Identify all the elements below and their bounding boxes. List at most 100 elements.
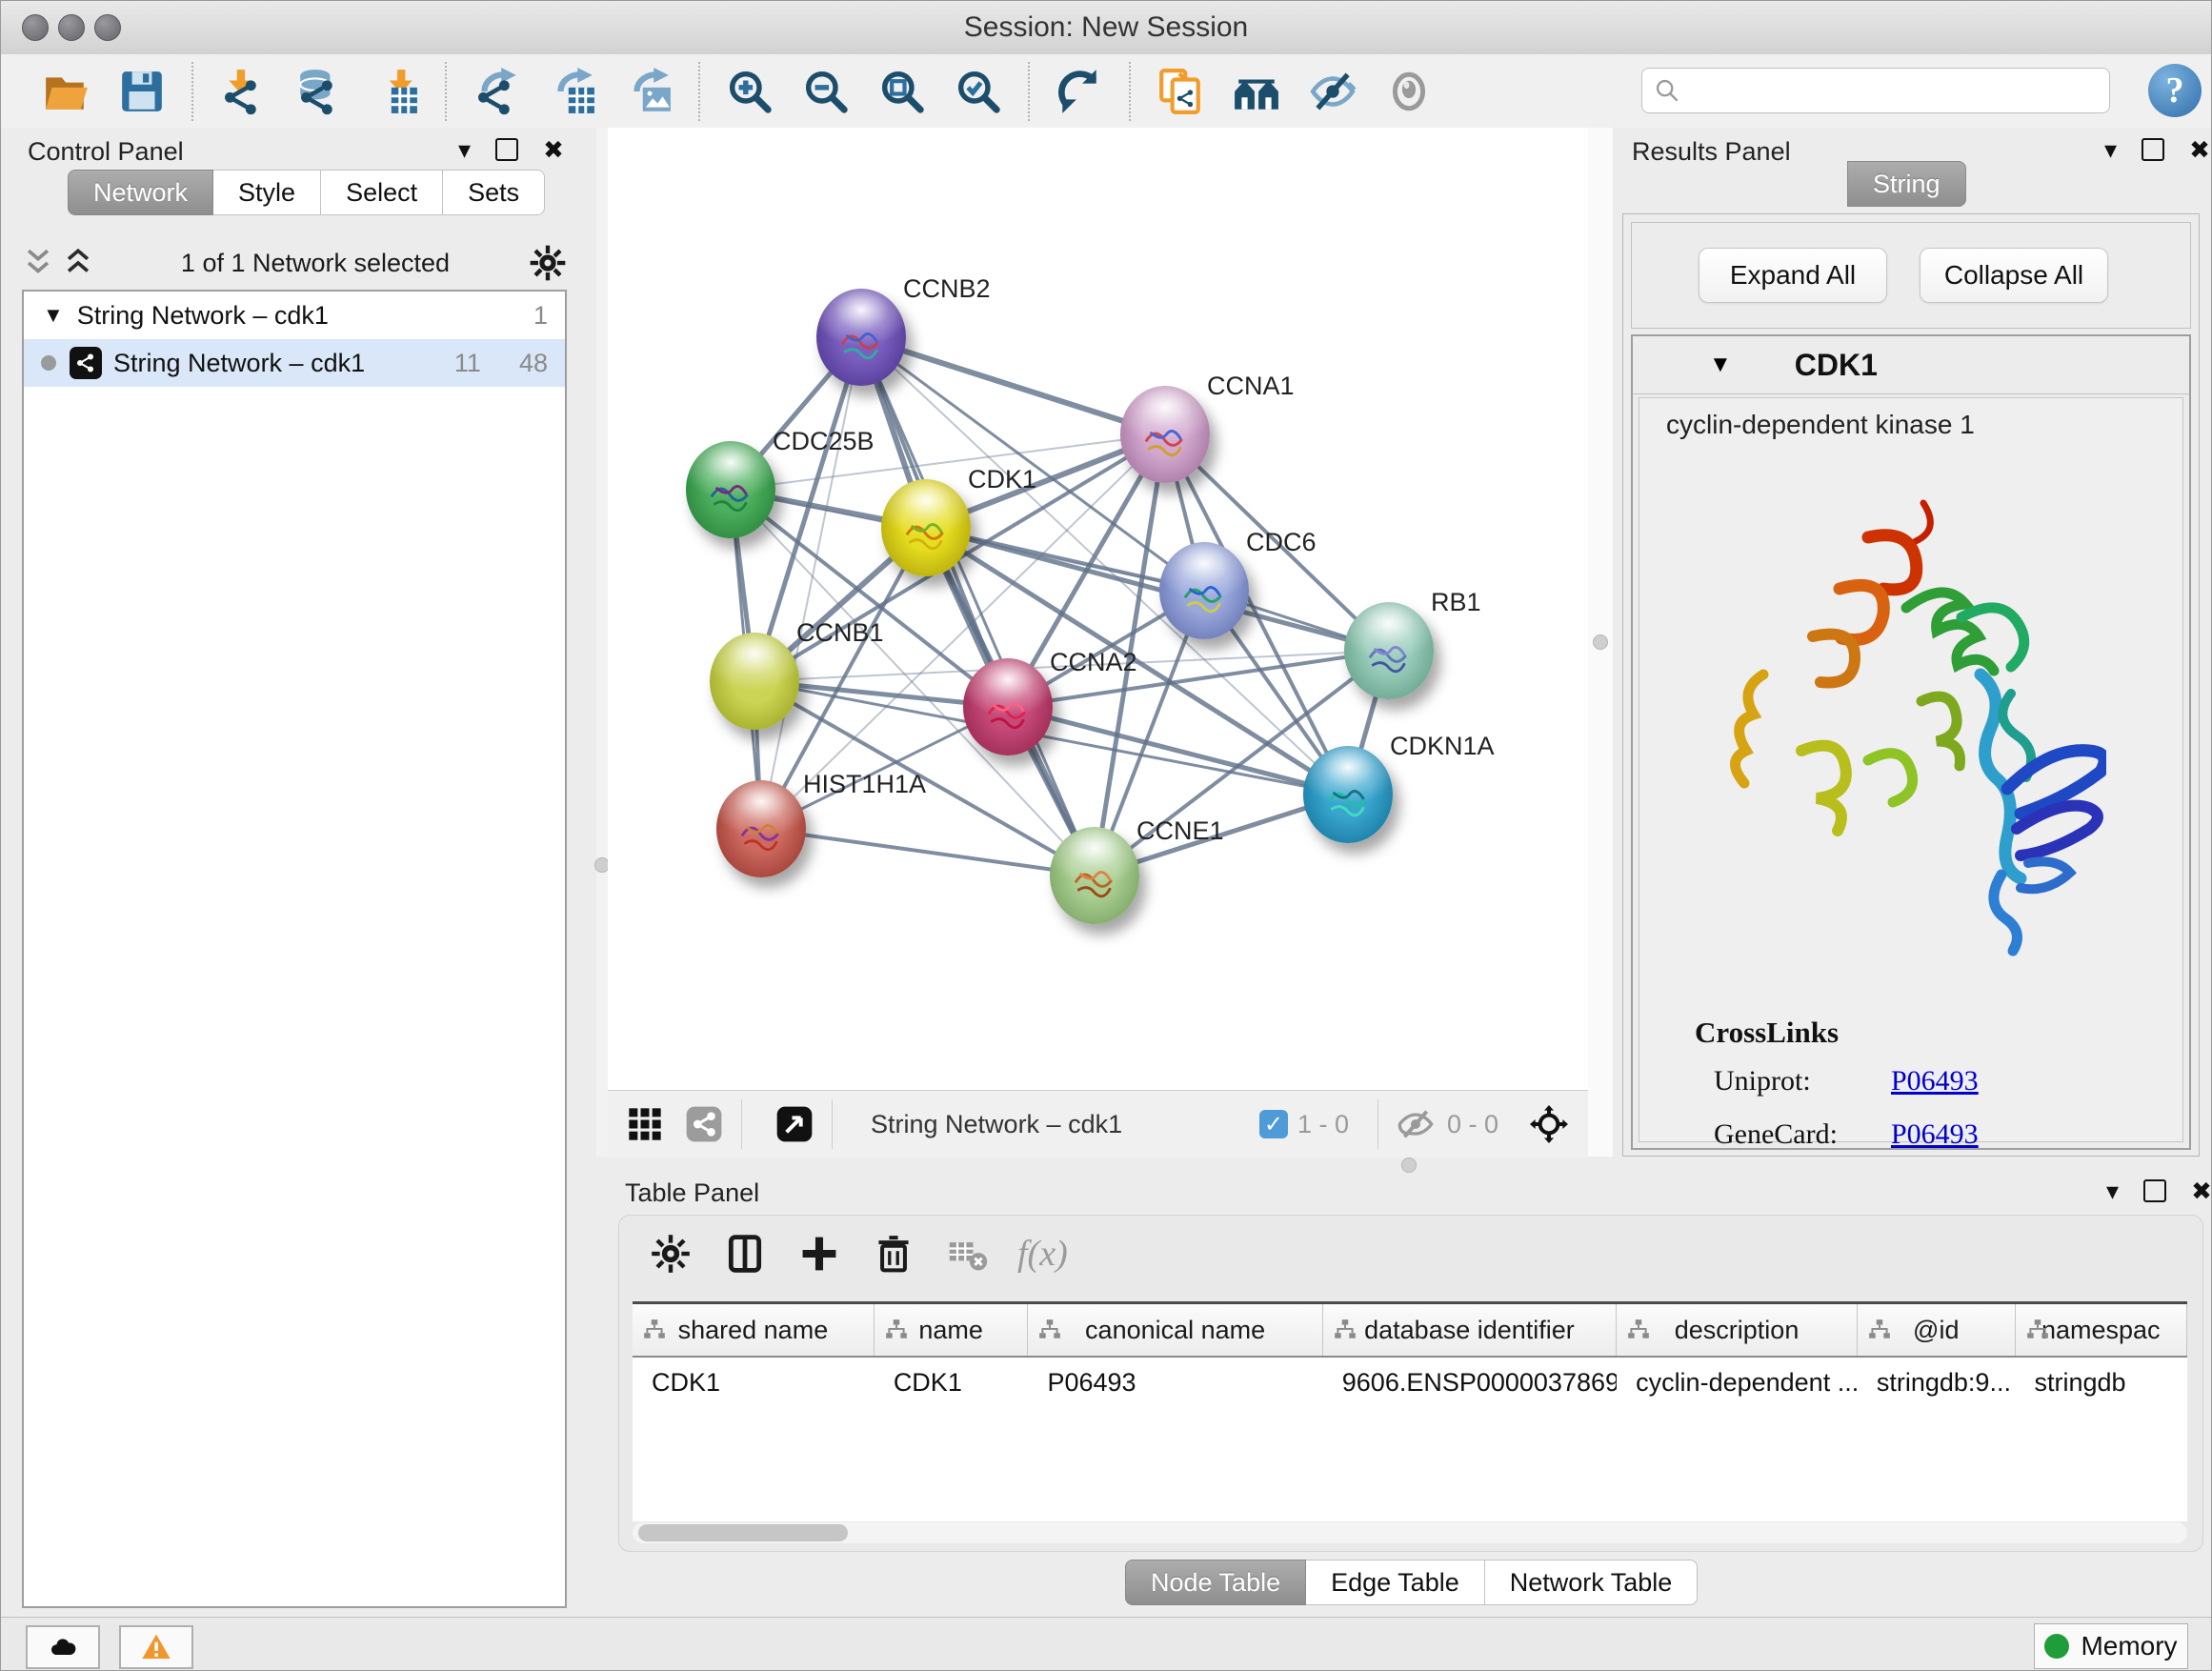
protein-section-header[interactable]: ▼ CDK1	[1633, 336, 2189, 394]
network-row[interactable]: String Network – cdk1 11 48	[24, 339, 565, 387]
zoom-fit-icon[interactable]	[875, 64, 930, 119]
collection-expand-icon[interactable]: ▼	[43, 303, 64, 328]
export-table-icon[interactable]	[545, 64, 600, 119]
toggle-columns-icon[interactable]	[720, 1229, 770, 1278]
node-CCNB1[interactable]	[710, 633, 799, 730]
horizontal-splitter[interactable]	[596, 1157, 2212, 1173]
refresh-network-icon[interactable]	[1052, 64, 1107, 119]
tab-sets[interactable]: Sets	[443, 170, 545, 215]
node-label-CDK1: CDK1	[968, 465, 1036, 494]
tab-style[interactable]: Style	[213, 170, 321, 215]
table-row[interactable]: CDK1CDK1P064939606.ENSP00000378699cyclin…	[633, 1358, 2187, 1407]
tab-network-table[interactable]: Network Table	[1485, 1560, 1699, 1605]
expand-all-button[interactable]: Expand All	[1699, 248, 1887, 303]
search-box[interactable]	[1641, 68, 2110, 113]
first-neighbors-icon[interactable]	[1229, 64, 1284, 119]
tab-network[interactable]: Network	[68, 170, 213, 215]
expand-all-networks-icon[interactable]	[22, 247, 54, 279]
new-network-from-selection-icon[interactable]	[1153, 64, 1208, 119]
network-collection-row[interactable]: ▼ String Network – cdk1 1	[24, 292, 565, 339]
node-HIST1H1A[interactable]	[716, 780, 806, 877]
view-grid-icon[interactable]	[623, 1102, 667, 1146]
horizontal-scrollbar[interactable]	[633, 1522, 2187, 1543]
float-panel-icon[interactable]	[495, 138, 518, 161]
crosslink-link[interactable]: P06493	[1891, 1065, 1979, 1097]
import-table-file-icon[interactable]	[368, 64, 423, 119]
horizontal-splitter-grip[interactable]	[1401, 1158, 1417, 1173]
network-list-toolbar: 1 of 1 Network selected	[22, 240, 567, 286]
export-image-icon[interactable]	[621, 64, 676, 119]
panel-menu-icon[interactable]: ▾	[2104, 137, 2117, 162]
node-CCNA1[interactable]	[1120, 386, 1210, 483]
panel-menu-icon[interactable]: ▾	[2106, 1178, 2119, 1203]
column-header-namespac[interactable]: namespac	[2016, 1304, 2187, 1356]
import-network-file-icon[interactable]	[215, 64, 271, 119]
tab-string[interactable]: String	[1847, 161, 1966, 207]
node-CCNB2[interactable]	[816, 289, 906, 386]
open-session-icon[interactable]	[38, 64, 93, 119]
results-panel-tabs: String	[1847, 161, 1966, 207]
column-header--id[interactable]: @id	[1858, 1304, 2016, 1356]
panel-menu-icon[interactable]: ▾	[458, 137, 471, 162]
right-splitter[interactable]	[1588, 128, 1613, 1157]
node-CDC6[interactable]	[1159, 542, 1249, 639]
collection-label: String Network – cdk1	[77, 301, 329, 331]
zoom-out-icon[interactable]	[798, 64, 854, 119]
column-header-name[interactable]: name	[875, 1304, 1029, 1356]
column-header-database-identifier[interactable]: database identifier	[1323, 1304, 1617, 1356]
node-CDC25B[interactable]	[686, 441, 775, 538]
column-header-description[interactable]: description	[1617, 1304, 1858, 1356]
delete-table-icon[interactable]	[943, 1229, 993, 1278]
hide-selection-icon[interactable]	[1305, 64, 1360, 119]
close-panel-icon[interactable]: ✖	[543, 137, 564, 162]
collapse-all-button[interactable]: Collapse All	[1920, 248, 2108, 303]
close-panel-icon[interactable]: ✖	[2191, 1178, 2212, 1203]
string-results-container: Expand All Collapse All ▼ CDK1 cyclin-de…	[1622, 213, 2200, 1157]
collapse-all-networks-icon[interactable]	[62, 247, 94, 279]
help-icon[interactable]: ?	[2148, 64, 2202, 117]
results-panel-window-icons: ▾ ✖	[2104, 137, 2210, 162]
warnings-button[interactable]	[119, 1625, 193, 1669]
zoom-in-icon[interactable]	[722, 64, 777, 119]
network-options-gear-icon[interactable]	[529, 244, 567, 282]
node-CCNE1[interactable]	[1050, 827, 1139, 924]
function-builder-icon[interactable]: f(x)	[1017, 1233, 1068, 1275]
crosslink-label: Uniprot:	[1714, 1065, 1891, 1097]
tab-node-table[interactable]: Node Table	[1125, 1560, 1306, 1605]
zoom-selected-icon[interactable]	[951, 64, 1006, 119]
network-view-toolbar: String Network – cdk1 ✓ 1 - 0 0 - 0	[608, 1090, 1588, 1158]
create-column-icon[interactable]	[794, 1229, 844, 1278]
tab-edge-table[interactable]: Edge Table	[1306, 1560, 1485, 1605]
show-hidden-icon[interactable]	[1381, 64, 1437, 119]
float-panel-icon[interactable]	[2142, 138, 2164, 161]
search-input[interactable]	[1680, 75, 2109, 107]
tab-select[interactable]: Select	[321, 170, 443, 215]
column-header-canonical-name[interactable]: canonical name	[1028, 1304, 1322, 1356]
memory-button[interactable]: Memory	[2034, 1623, 2188, 1669]
view-network-icon[interactable]	[682, 1102, 726, 1146]
float-panel-icon[interactable]	[2143, 1179, 2166, 1202]
toolbar-separator	[1129, 62, 1131, 121]
save-session-icon[interactable]	[114, 64, 170, 119]
node-CDK1[interactable]	[881, 479, 971, 576]
delete-columns-icon[interactable]	[869, 1229, 918, 1278]
scrollbar-thumb[interactable]	[638, 1524, 848, 1541]
node-CDKN1A[interactable]	[1303, 746, 1393, 843]
node-CCNA2[interactable]	[963, 658, 1053, 755]
cloud-status-button[interactable]	[26, 1625, 100, 1669]
right-splitter-grip[interactable]	[1593, 634, 1608, 650]
selected-items-checkbox[interactable]: ✓	[1259, 1110, 1288, 1138]
crosslink-link[interactable]: P06493	[1891, 1118, 1979, 1151]
export-network-icon[interactable]	[469, 64, 524, 119]
protein-expand-icon[interactable]: ▼	[1709, 352, 1732, 378]
left-splitter[interactable]	[596, 128, 608, 1157]
table-settings-icon[interactable]	[646, 1229, 695, 1278]
network-canvas[interactable]: CCNB2 CCNA1 CDC25B CDK1 CDC6 RB1CCNB1 CC…	[608, 128, 1588, 1090]
hidden-items-eye-icon[interactable]	[1394, 1102, 1438, 1146]
import-network-database-icon[interactable]	[292, 64, 347, 119]
fit-content-crosshair-icon[interactable]	[1527, 1102, 1571, 1146]
close-panel-icon[interactable]: ✖	[2189, 137, 2210, 162]
node-RB1[interactable]	[1344, 602, 1434, 699]
column-header-shared-name[interactable]: shared name	[633, 1304, 875, 1356]
open-in-new-window-icon[interactable]	[773, 1102, 816, 1146]
